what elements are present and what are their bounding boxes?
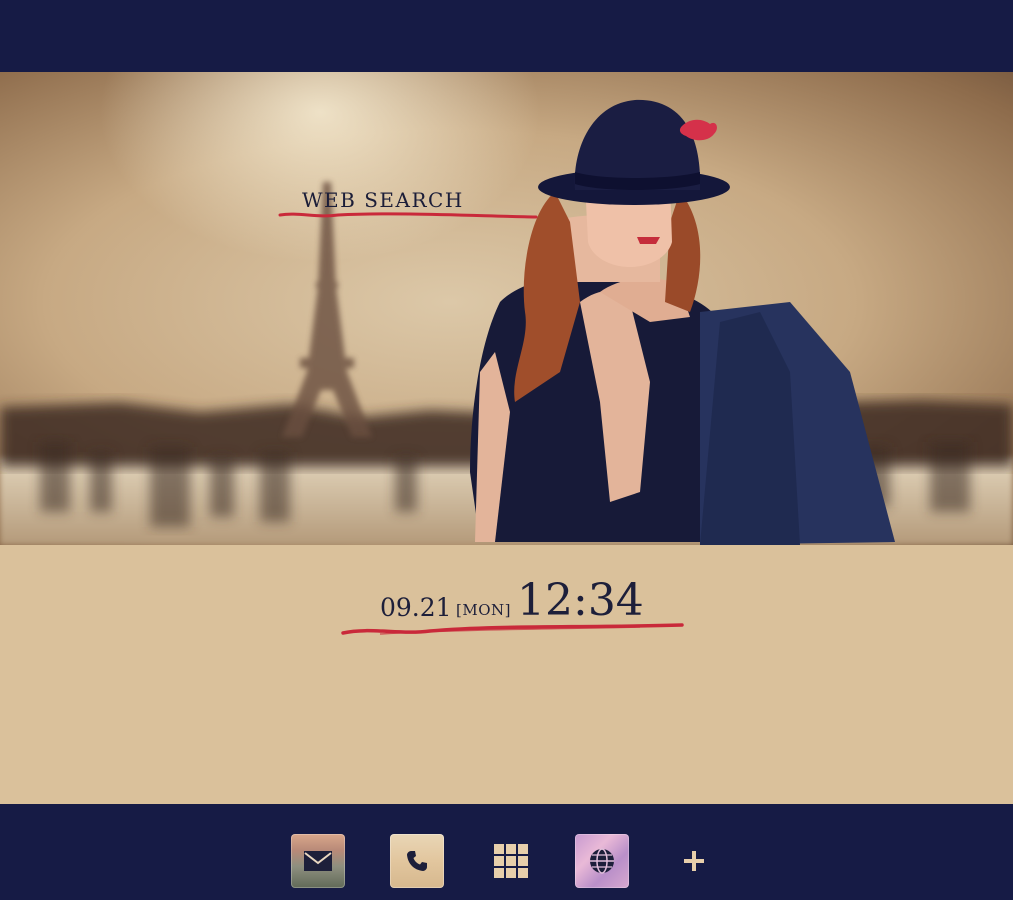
add-icon[interactable]: [667, 834, 721, 888]
envelope-icon: [304, 851, 332, 871]
handset-icon: [407, 851, 427, 871]
wallpaper-photo: WEB SEARCH: [0, 72, 1013, 545]
wallpaper-illustration: [0, 99, 1013, 545]
clock-time: 12:34: [517, 575, 644, 626]
clock-day: [MON]: [456, 601, 511, 619]
clock-widget-panel: 09.21 [MON] 12:34: [0, 545, 1013, 804]
clock-date: 09.21: [380, 593, 452, 622]
red-brush-underline: [341, 623, 684, 635]
top-bar: [0, 0, 1013, 72]
app-drawer-icon[interactable]: [484, 834, 538, 888]
home-screen: WEB SEARCH 09.21 [MON] 12:34: [0, 0, 1013, 900]
red-brush-underline: [278, 212, 538, 219]
globe-icon: [590, 848, 614, 874]
plus-icon: [684, 851, 704, 871]
mail-icon[interactable]: [291, 834, 345, 888]
web-search-button[interactable]: WEB SEARCH: [278, 185, 538, 225]
grid-icon: [494, 844, 528, 878]
browser-globe-icon[interactable]: [575, 834, 629, 888]
phone-icon[interactable]: [390, 834, 444, 888]
clock-widget[interactable]: 09.21 [MON] 12:34: [340, 563, 685, 635]
dock-bar: [0, 804, 1013, 900]
